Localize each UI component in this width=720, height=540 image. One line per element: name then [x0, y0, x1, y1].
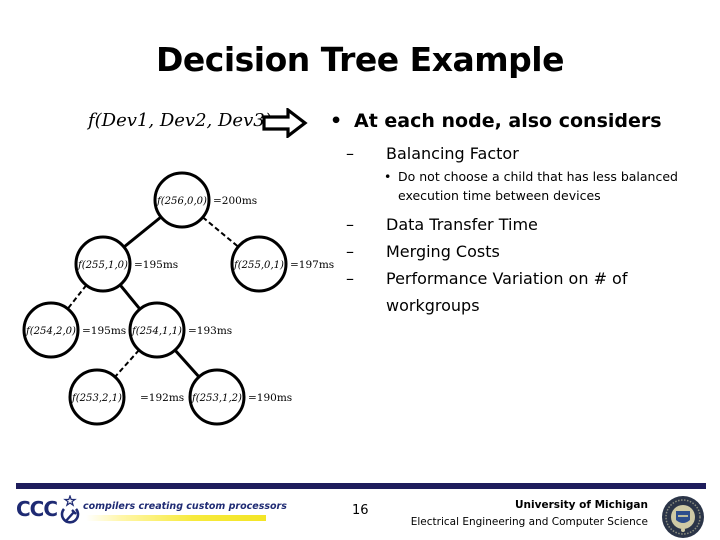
university-info: University of Michigan Electrical Engine…: [411, 497, 648, 531]
bullet-text: Performance Variation on # of workgroups: [386, 269, 628, 315]
tree-node: f(253,1,2) =190ms: [188, 368, 292, 426]
tree-node: f(253,2,1) =192ms: [68, 368, 184, 426]
tree-node-label: f(253,1,2): [191, 393, 242, 404]
tree-node-label: f(256,0,0): [156, 196, 207, 207]
bullet-marker: •: [384, 169, 392, 184]
page-number: 16: [352, 503, 369, 518]
tree-edge-solid: [123, 215, 162, 249]
bullet-marker: •: [330, 110, 343, 132]
logo-tagline: compilers creating custom processors: [83, 501, 287, 512]
tree-node-time: =197ms: [290, 259, 334, 271]
dash-marker: –: [346, 215, 354, 234]
tree-node-time: =192ms: [140, 392, 184, 404]
bullet-main: • At each node, also considers: [330, 108, 720, 134]
tagline-underline: [86, 515, 266, 521]
tree-edge-solid: [118, 283, 142, 311]
tree-node-label: f(254,1,1): [131, 326, 182, 337]
bullet-balancing-factor: – Balancing Factor: [330, 140, 720, 167]
bullet-main-text: At each node, also considers: [354, 110, 662, 132]
tree-node-label: f(255,1,0): [77, 260, 128, 271]
tree-node-time: =195ms: [82, 325, 126, 337]
bullet-merging-costs: – Merging Costs: [330, 238, 720, 265]
bullet-performance-variation: – Performance Variation on # of workgrou…: [330, 265, 720, 319]
dash-marker: –: [346, 269, 354, 288]
right-arrow-icon: [262, 108, 308, 138]
tree-edge-solid: [173, 349, 201, 378]
tree-edge-dashed: [66, 284, 88, 310]
bullet-text: Balancing Factor: [386, 144, 519, 163]
tree-node: f(254,2,0) =195ms: [22, 301, 126, 359]
bullet-list: • At each node, also considers – Balanci…: [330, 108, 720, 319]
logo-text: CCC: [16, 497, 58, 521]
university-name: University of Michigan: [515, 499, 648, 511]
dash-marker: –: [346, 144, 354, 163]
function-label: f(Dev1, Dev2, Dev3): [88, 110, 272, 131]
department-name: Electrical Engineering and Computer Scie…: [410, 516, 648, 528]
tree-node-label: f(254,2,0): [25, 326, 76, 337]
tree-node: f(254,1,1) =193ms: [128, 301, 232, 359]
tree-node: f(255,0,1) =197ms: [230, 235, 334, 293]
bullet-text: Do not choose a child that has less bala…: [398, 169, 678, 203]
bullet-text: Data Transfer Time: [386, 215, 538, 234]
hammer-sickle-star-icon: [60, 495, 80, 524]
university-seal-icon: [662, 496, 704, 538]
tree-node-time: =190ms: [248, 392, 292, 404]
tree-node-label: f(253,2,1): [71, 393, 122, 404]
tree-node-time: =195ms: [134, 259, 178, 271]
slide-title: Decision Tree Example: [156, 40, 564, 79]
decision-tree-diagram: f(256,0,0) =200ms f(255,1,0) =195ms f(255,0,…: [22, 171, 334, 426]
bullet-text: Merging Costs: [386, 242, 500, 261]
bullet-balancing-detail: • Do not choose a child that has less ba…: [330, 167, 720, 205]
dash-marker: –: [346, 242, 354, 261]
footer-divider-bar: [16, 483, 706, 489]
tree-edge-dashed: [114, 349, 140, 378]
ccc-logo: CCC compilers creating custom processors: [16, 495, 287, 531]
tree-node-time: =193ms: [188, 325, 232, 337]
tree-edge-dashed: [202, 216, 239, 248]
bullet-data-transfer: – Data Transfer Time: [330, 211, 720, 238]
tree-node-label: f(255,0,1): [233, 260, 284, 271]
tree-node-time: =200ms: [213, 195, 257, 207]
